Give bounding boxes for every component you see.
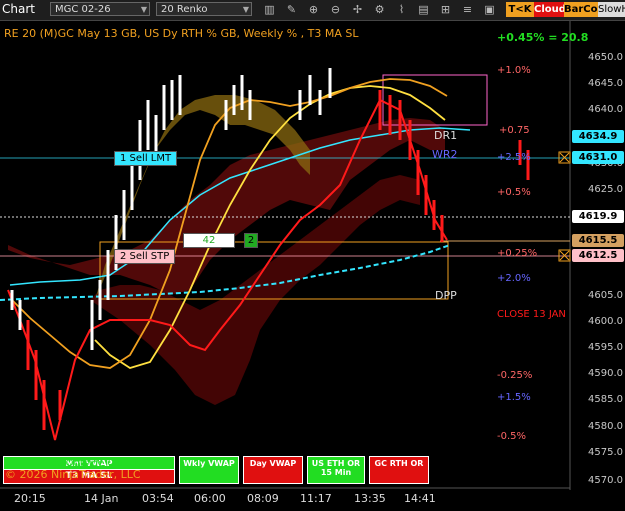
cloud-button[interactable]: Cloud — [534, 2, 566, 17]
time-tick: 08:09 — [247, 492, 279, 505]
axis-tick: 4590.0 — [588, 368, 623, 379]
axis-tick: 4645.0 — [588, 78, 623, 89]
crosshair-icon[interactable]: ✢ — [350, 3, 365, 17]
sell-lmt-price-tag[interactable]: 4631.0 — [572, 151, 624, 164]
axis-tick: 4570.0 — [588, 475, 623, 486]
copyright-label: © 2026 NinjaTrader, LLC — [5, 468, 141, 481]
chevron-down-icon: ▼ — [242, 5, 249, 14]
pct-label: +2.5% — [497, 152, 531, 163]
pct-label: +1.0% — [497, 65, 531, 76]
chart-title: Chart — [2, 2, 35, 16]
axis-tick: 4640.0 — [588, 104, 623, 115]
us-eth-button[interactable]: US ETH OR 15 Min — [307, 456, 365, 484]
axis-tick: 4605.0 — [588, 290, 623, 301]
properties-icon[interactable]: ≡ — [460, 3, 475, 17]
price-chart[interactable] — [0, 21, 625, 511]
quantity-field[interactable]: 42 — [183, 233, 235, 248]
wkly-vwap-button[interactable]: Wkly VWAP — [179, 456, 239, 484]
order-entry-icon[interactable]: ⊞ — [438, 3, 453, 17]
pct-label: +0.75 — [499, 125, 530, 136]
time-tick: 06:00 — [194, 492, 226, 505]
cyan-price-tag: 4634.9 — [572, 130, 624, 143]
slowh-button[interactable]: SlowH — [598, 2, 625, 17]
pct-label: +1.5% — [497, 392, 531, 403]
us-eth-label: US ETH OR 15 Min — [311, 459, 361, 477]
time-tick: 14 Jan — [84, 492, 119, 505]
axis-tick: 4595.0 — [588, 342, 623, 353]
pct-label: +0.25% — [497, 248, 538, 259]
top-right-readout: +0.45% = 20.8 — [497, 31, 589, 44]
indicator-header: RE 20 (M)GC May 13 GB, US Dy RTH % GB, W… — [4, 27, 359, 40]
bar-chart-icon[interactable]: ▥ — [262, 3, 277, 17]
gc-rth-label: GC RTH OR — [374, 459, 424, 468]
sell-stp-price-tag[interactable]: 4612.5 — [572, 249, 624, 262]
day-vwap-label: Day VWAP — [249, 459, 297, 468]
axis-tick: 4585.0 — [588, 394, 623, 405]
axis-tick: 4650.0 — [588, 52, 623, 63]
day-vwap-button[interactable]: Day VWAP — [243, 456, 303, 484]
zoom-in-icon[interactable]: ⊕ — [306, 3, 321, 17]
strategy-icon[interactable]: ▤ — [416, 3, 431, 17]
close-label: CLOSE 13 JAN — [497, 309, 566, 320]
gc-rth-button[interactable]: GC RTH OR — [369, 456, 429, 484]
wkly-vwap-label: Wkly VWAP — [183, 459, 235, 468]
pct-label: +2.0% — [497, 273, 531, 284]
quantity-badge[interactable]: 2 — [244, 233, 258, 248]
pct-label: -0.5% — [497, 431, 527, 442]
instrument-label: MGC 02-26 — [55, 4, 111, 15]
time-tick: 11:17 — [300, 492, 332, 505]
vwap-dashed-line — [0, 244, 451, 301]
axis-tick: 4600.0 — [588, 316, 623, 327]
dpp-label: DPP — [435, 289, 457, 302]
indicator-icon[interactable]: ⌇ — [394, 3, 409, 17]
chevron-down-icon: ▼ — [140, 5, 147, 14]
interval-selector[interactable]: 20 Renko ▼ — [156, 2, 252, 16]
axis-tick: 4575.0 — [588, 447, 623, 458]
dr1-label: DR1 — [434, 129, 458, 142]
tan-price-tag: 4615.5 — [572, 234, 624, 247]
wr2-label: WR2 — [432, 148, 458, 161]
zoom-out-icon[interactable]: ⊖ — [328, 3, 343, 17]
settings-icon[interactable]: ⚙ — [372, 3, 387, 17]
time-tick: 20:15 — [14, 492, 46, 505]
pct-label: -0.25% — [497, 370, 533, 381]
time-tick: 14:41 — [404, 492, 436, 505]
sell-lmt-order[interactable]: 1 Sell LMT — [114, 151, 178, 166]
interval-label: 20 Renko — [161, 4, 208, 15]
time-tick: 13:35 — [354, 492, 386, 505]
drawing-tool-icon[interactable]: ✎ — [284, 3, 299, 17]
instrument-selector[interactable]: MGC 02-26 ▼ — [50, 2, 150, 16]
toolbar: Chart MGC 02-26 ▼ 20 Renko ▼ ▥ ✎ ⊕ ⊖ ✢ ⚙ ⌇… — [0, 0, 625, 21]
barcol-button[interactable]: BarCol — [564, 2, 601, 17]
window-icon[interactable]: ▣ — [482, 3, 497, 17]
tk-button[interactable]: T<K — [506, 2, 534, 17]
time-tick: 03:54 — [142, 492, 174, 505]
pct-label: +0.5% — [497, 187, 531, 198]
axis-tick: 4625.0 — [588, 184, 623, 195]
axis-tick: 4580.0 — [588, 421, 623, 432]
sell-stp-order[interactable]: 2 Sell STP — [114, 249, 176, 264]
current-price-tag: 4619.9 — [572, 210, 624, 223]
